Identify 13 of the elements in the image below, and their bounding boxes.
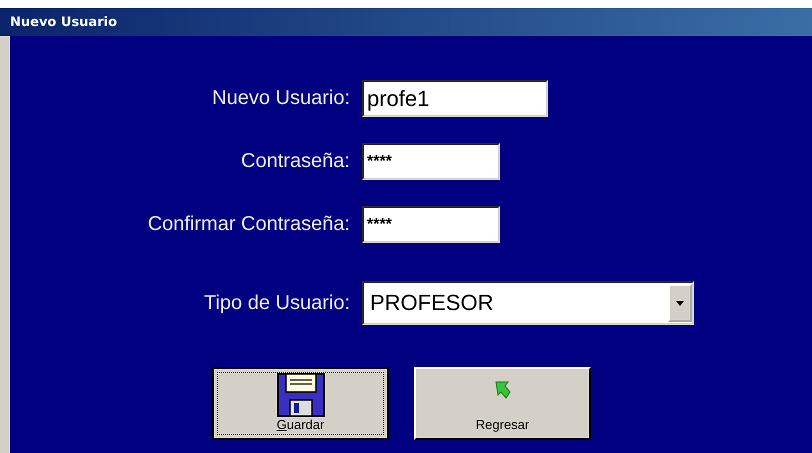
user-type-dropdown[interactable]: PROFESOR [362,281,694,325]
back-button[interactable]: Regresar [414,367,591,440]
window-title: Nuevo Usuario [10,14,118,30]
password-field[interactable]: **** [362,206,500,243]
save-button[interactable]: Guardar [212,367,389,440]
field-label: Tipo de Usuario: [204,292,350,314]
input-field[interactable]: profe1 [362,80,548,117]
password-field[interactable]: **** [362,143,500,180]
dropdown-arrow-icon [676,300,684,306]
field-label: Contraseña: [241,150,350,173]
arrow-icon [494,381,510,399]
field-label: Confirmar Contraseña: [148,213,350,236]
field-label: Nuevo Usuario: [212,87,350,110]
